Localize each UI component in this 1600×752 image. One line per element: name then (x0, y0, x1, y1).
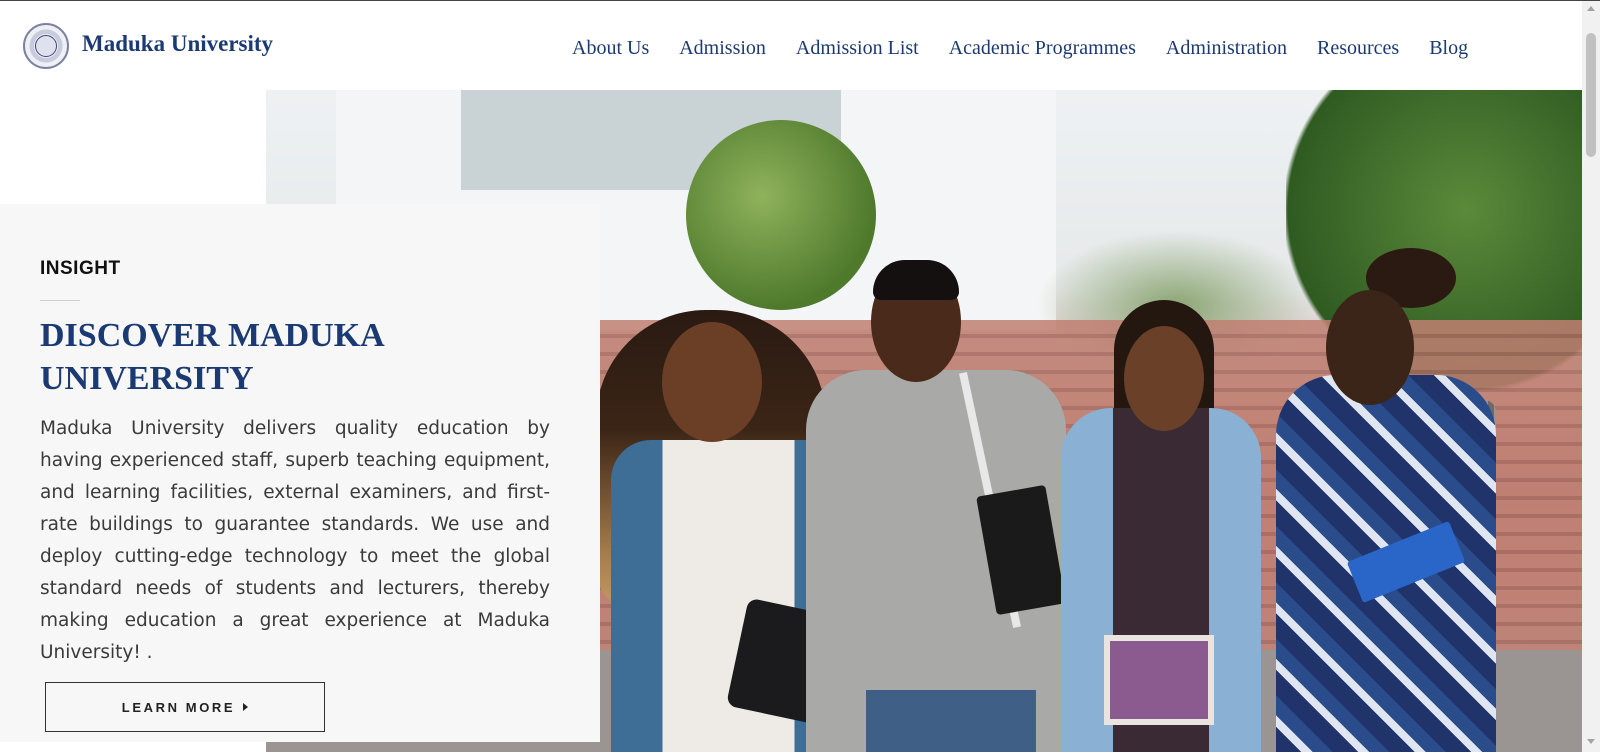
student-2-hair (873, 260, 959, 300)
caret-right-icon (243, 703, 249, 711)
seal-center (35, 35, 57, 57)
learn-more-label: LEARN MORE (121, 699, 236, 715)
card-description: Maduka University delivers quality educa… (40, 418, 550, 663)
site-brand[interactable]: Maduka University (82, 31, 273, 57)
nav-resources[interactable]: Resources (1317, 37, 1399, 60)
card-divider (40, 300, 80, 301)
scrollbar-thumb[interactable] (1586, 33, 1596, 157)
nav-about-us[interactable]: About Us (572, 37, 649, 60)
card-title: DISCOVER MADUKA UNIVERSITY (40, 317, 383, 397)
student-3-notebook (1104, 635, 1214, 725)
scroll-up-arrow-icon[interactable] (1587, 6, 1595, 11)
nav-blog[interactable]: Blog (1429, 37, 1468, 60)
university-seal-icon[interactable] (23, 23, 69, 69)
main-nav: About Us Admission Admission List Academ… (572, 37, 1468, 60)
student-3-face (1124, 326, 1204, 431)
scroll-down-arrow-icon[interactable] (1587, 739, 1595, 744)
hero-tree (686, 120, 876, 310)
student-4-face (1326, 290, 1414, 405)
nav-admission-list[interactable]: Admission List (796, 37, 919, 60)
learn-more-button[interactable]: LEARN MORE (45, 682, 325, 732)
site-header: Maduka University About Us Admission Adm… (0, 1, 1582, 89)
card-eyebrow: INSIGHT (40, 258, 121, 279)
hero-left-spacer (0, 90, 266, 204)
nav-academic-programmes[interactable]: Academic Programmes (949, 37, 1136, 60)
student-1-face (662, 322, 762, 442)
nav-admission[interactable]: Admission (679, 37, 766, 60)
nav-administration[interactable]: Administration (1166, 37, 1287, 60)
page-scrollbar[interactable] (1582, 1, 1600, 752)
student-2-jeans (866, 690, 1036, 752)
